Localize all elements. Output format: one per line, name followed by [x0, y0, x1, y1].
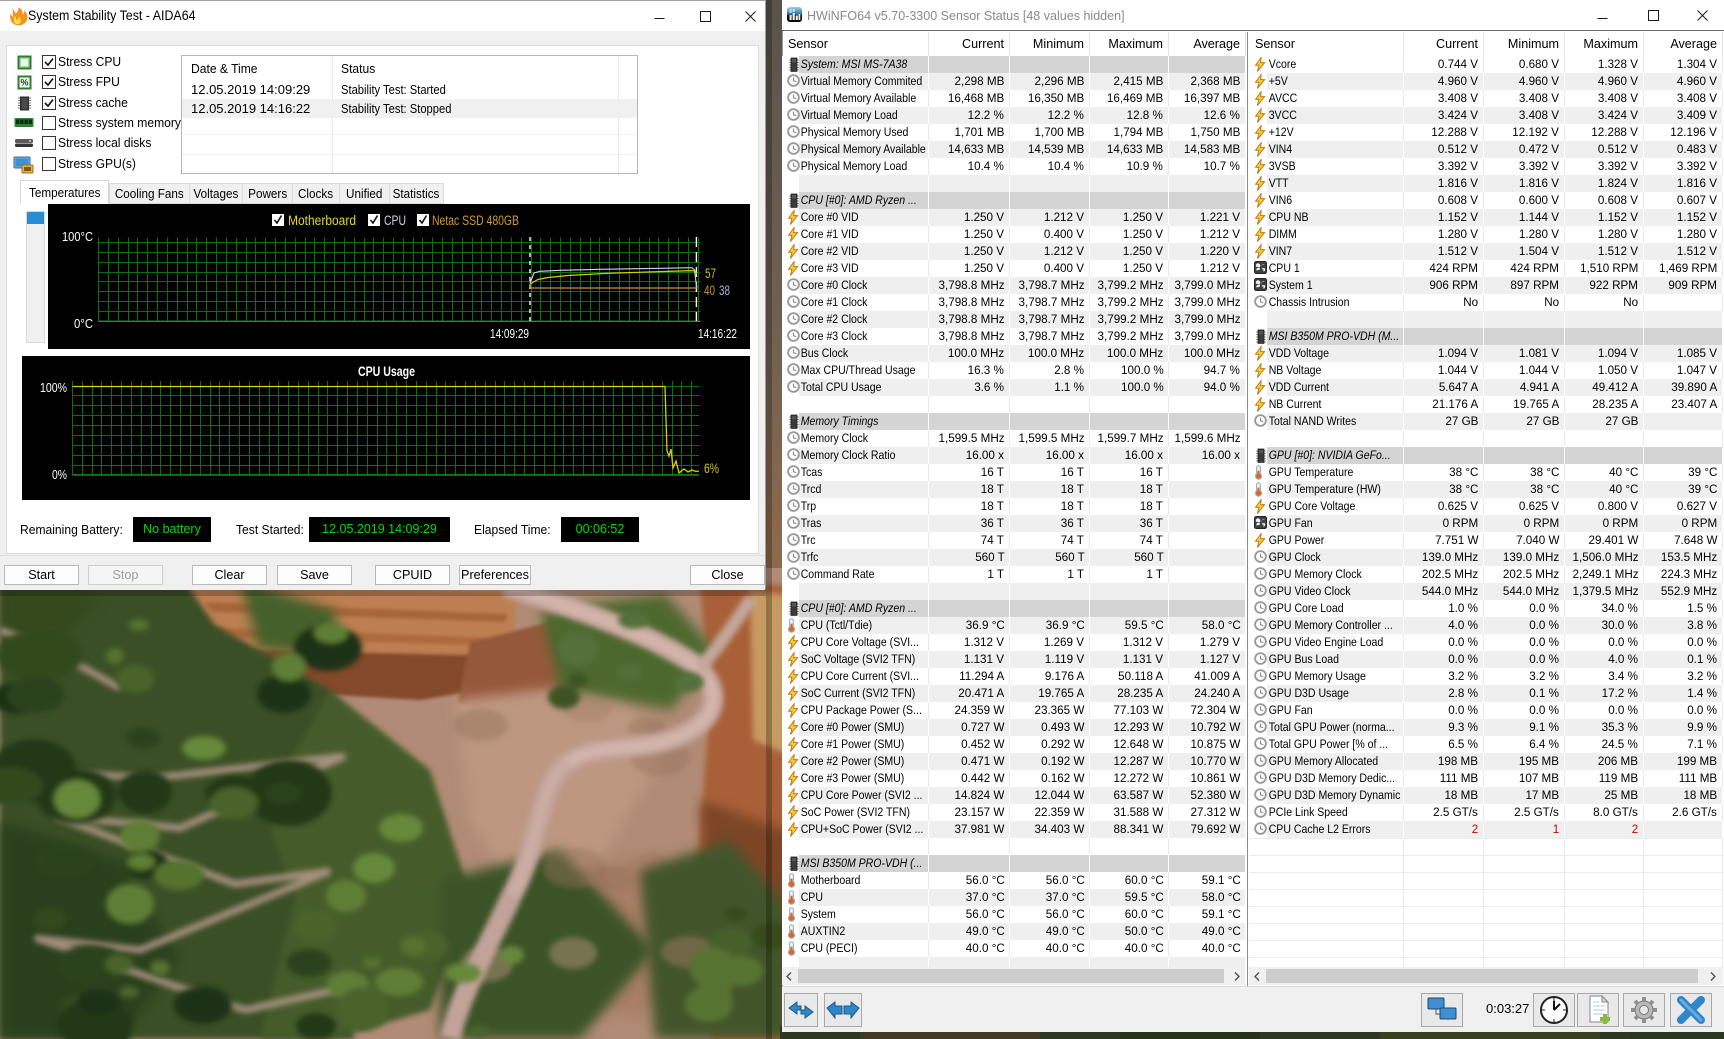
svg-text:100%: 100% [40, 380, 67, 395]
svg-text:100°C: 100°C [62, 229, 93, 244]
svg-text:40: 40 [704, 283, 715, 298]
svg-text:14:09:29: 14:09:29 [490, 326, 529, 341]
svg-text:38: 38 [719, 283, 730, 298]
svg-text:0°C: 0°C [74, 316, 93, 331]
svg-text:57: 57 [705, 266, 716, 281]
svg-text:0%: 0% [52, 467, 67, 482]
svg-text:6%: 6% [704, 461, 719, 476]
svg-text:CPU: CPU [384, 213, 406, 228]
svg-text:%: % [20, 78, 28, 88]
svg-text:Netac SSD 480GB: Netac SSD 480GB [432, 213, 519, 228]
svg-text:CPU Usage: CPU Usage [358, 364, 415, 379]
svg-text:Motherboard: Motherboard [288, 213, 356, 228]
svg-text:14:16:22: 14:16:22 [698, 326, 737, 341]
